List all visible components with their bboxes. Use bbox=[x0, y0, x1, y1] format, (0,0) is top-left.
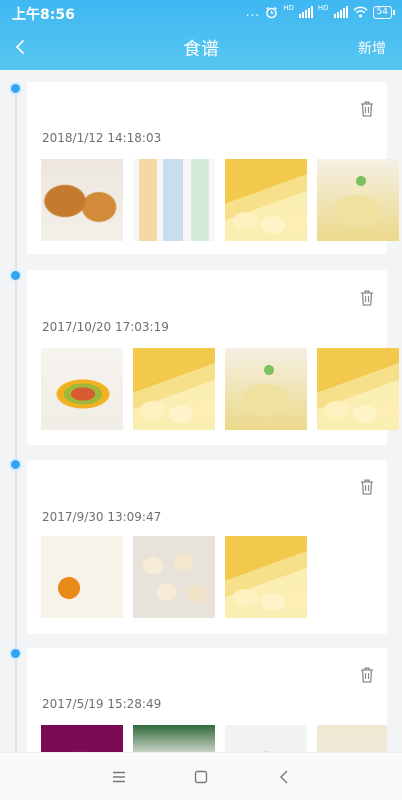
banana-photo[interactable] bbox=[225, 159, 307, 241]
page-title: 食谱 bbox=[183, 39, 219, 60]
menu-icon[interactable] bbox=[109, 767, 129, 787]
photo-row bbox=[41, 725, 387, 752]
timeline-dot bbox=[11, 271, 20, 280]
photo-row bbox=[41, 536, 307, 618]
greens-photo[interactable] bbox=[317, 725, 387, 752]
status-bar: 上午8:56 ... HD HD 54 bbox=[0, 0, 402, 26]
record-date: 2018/1/12 14:18:03 bbox=[42, 131, 162, 145]
timeline-dot bbox=[11, 649, 20, 658]
record-date: 2017/5/19 15:28:49 bbox=[42, 697, 162, 711]
roast-meat-photo[interactable] bbox=[133, 725, 215, 752]
flower-photo[interactable] bbox=[41, 725, 123, 752]
home-icon[interactable] bbox=[191, 767, 211, 787]
record-card[interactable]: 2017/5/19 15:28:49 bbox=[27, 648, 387, 752]
trash-icon[interactable] bbox=[359, 478, 375, 496]
sim1-hd-label: HD bbox=[283, 3, 294, 12]
yogurt-bottles-photo[interactable] bbox=[133, 159, 215, 241]
timeline-dot bbox=[11, 460, 20, 469]
trash-icon[interactable] bbox=[359, 666, 375, 684]
salted-egg-photo[interactable] bbox=[41, 536, 123, 618]
photo-row bbox=[41, 348, 399, 430]
banana-bowl-photo[interactable] bbox=[317, 159, 399, 241]
status-time: 上午8:56 bbox=[12, 7, 75, 23]
banana-bowl-photo[interactable] bbox=[225, 348, 307, 430]
record-card[interactable]: 2018/1/12 14:18:03 bbox=[27, 82, 399, 254]
trash-icon[interactable] bbox=[359, 289, 375, 307]
dried-fruit-platter-photo[interactable] bbox=[41, 348, 123, 430]
banana-photo[interactable] bbox=[225, 536, 307, 618]
photo-row bbox=[41, 159, 399, 241]
banana-photo[interactable] bbox=[133, 348, 215, 430]
wifi-icon bbox=[353, 6, 368, 18]
record-card[interactable]: 2017/10/20 17:03:19 bbox=[27, 270, 399, 445]
vegetable-soup-photo[interactable] bbox=[225, 725, 307, 752]
app-screen: 上午8:56 ... HD HD 54 食谱 新增 2018/1/12 14:1… bbox=[0, 0, 402, 800]
timeline-dot bbox=[11, 84, 20, 93]
alarm-icon bbox=[266, 6, 278, 18]
system-nav-bar bbox=[0, 752, 402, 800]
header-bar: 上午8:56 ... HD HD 54 食谱 新增 bbox=[0, 0, 402, 70]
fried-chicken-photo[interactable] bbox=[41, 159, 123, 241]
status-icons: ... HD HD 54 bbox=[245, 3, 396, 19]
record-card[interactable]: 2017/9/30 13:09:47 bbox=[27, 460, 387, 634]
record-date: 2017/9/30 13:09:47 bbox=[42, 510, 162, 524]
steamed-buns-photo[interactable] bbox=[133, 536, 215, 618]
add-new-button[interactable]: 新增 bbox=[358, 38, 386, 58]
more-dots-icon: ... bbox=[245, 5, 261, 19]
trash-icon[interactable] bbox=[359, 100, 375, 118]
battery-icon: 54 bbox=[372, 5, 396, 19]
banana-photo[interactable] bbox=[317, 348, 399, 430]
signal-icon-1 bbox=[298, 6, 313, 18]
nav-bar: 食谱 新增 bbox=[0, 30, 402, 66]
signal-icon-2 bbox=[333, 6, 348, 18]
back-icon[interactable] bbox=[275, 767, 295, 787]
record-date: 2017/10/20 17:03:19 bbox=[42, 320, 169, 334]
sim2-hd-label: HD bbox=[317, 3, 329, 12]
